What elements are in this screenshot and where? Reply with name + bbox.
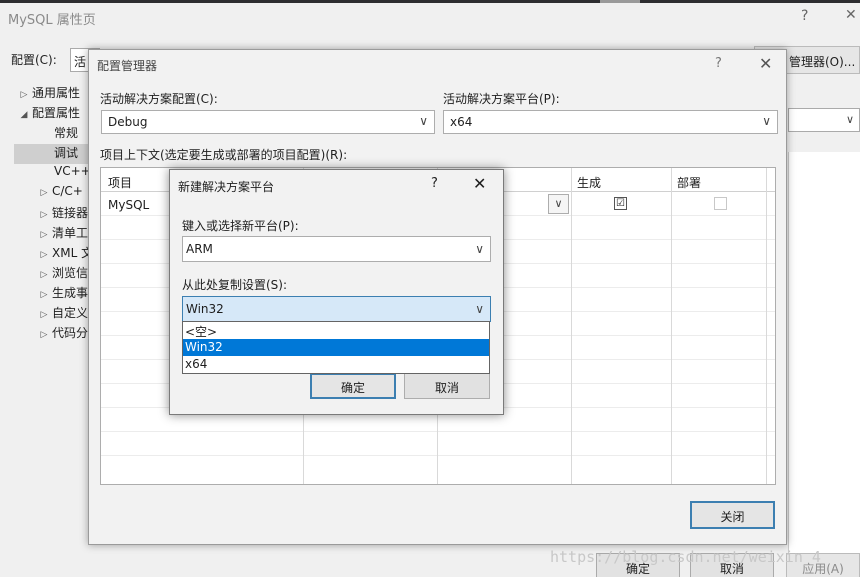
close-button[interactable]: 关闭	[690, 501, 775, 529]
chevron-down-icon: ∨	[845, 113, 854, 126]
chevron-down-icon: ∨	[554, 197, 563, 210]
build-checkbox[interactable]: ☑	[614, 197, 627, 210]
active-config-label: 活动解决方案配置(C):	[100, 92, 218, 106]
tree-item-label: XML 文	[52, 246, 90, 260]
dropdown-option-selected[interactable]: Win32	[183, 339, 489, 356]
platform-cell-dropdown[interactable]: ∨	[548, 194, 569, 214]
help-icon[interactable]: ?	[431, 176, 438, 191]
tree-item[interactable]: ◢ 配置属性	[14, 104, 90, 124]
copy-settings-dropdown-list: <空> Win32 x64	[182, 321, 490, 374]
expand-arrow-icon[interactable]: ▷	[36, 188, 52, 198]
column-header-project: 项目	[108, 176, 133, 190]
expand-arrow-icon[interactable]: ▷	[36, 290, 52, 300]
tree-item[interactable]: ▷ 自定义	[14, 304, 90, 324]
help-icon[interactable]: ?	[715, 56, 722, 71]
active-platform-select[interactable]: x64 ∨	[443, 110, 778, 134]
dropdown-option[interactable]: x64	[183, 356, 489, 373]
copy-settings-combobox[interactable]: Win32 ∨	[182, 296, 491, 322]
tree-item-label: 生成事	[52, 286, 89, 300]
expand-arrow-icon[interactable]: ▷	[36, 330, 52, 340]
expand-arrow-icon[interactable]: ▷	[36, 270, 52, 280]
tree-item[interactable]: VC++	[14, 164, 90, 184]
new-platform-value: ARM	[186, 242, 213, 256]
tree-item[interactable]: ▷ 浏览信	[14, 264, 90, 284]
ok-button[interactable]: 确定	[310, 373, 396, 399]
tree-item-label: 链接器	[52, 206, 89, 220]
tree-item[interactable]: ▷ 代码分	[14, 324, 90, 344]
deploy-checkbox	[714, 197, 727, 210]
new-platform-label: 键入或选择新平台(P):	[182, 219, 299, 233]
copy-settings-value: Win32	[186, 302, 224, 316]
expand-arrow-icon[interactable]: ◢	[16, 110, 32, 120]
expand-arrow-icon[interactable]: ▷	[36, 250, 52, 260]
expand-arrow-icon[interactable]: ▷	[36, 310, 52, 320]
property-dropdown[interactable]: ∨	[788, 108, 860, 132]
active-platform-label: 活动解决方案平台(P):	[443, 92, 560, 106]
property-page-help-icon[interactable]: ?	[801, 8, 808, 24]
dialog-title: 新建解决方案平台	[178, 180, 275, 194]
property-grid-panel	[788, 152, 860, 572]
tree-item-label: 配置属性	[32, 106, 81, 120]
dialog-title: 配置管理器	[97, 59, 158, 73]
tree-item[interactable]: ▷ 生成事	[14, 284, 90, 304]
close-icon[interactable]: ✕	[473, 174, 486, 193]
tree-item-label: 代码分	[52, 326, 89, 340]
active-config-select[interactable]: Debug ∨	[101, 110, 435, 134]
tree-item-label: 清单工	[52, 226, 89, 240]
chevron-down-icon: ∨	[762, 114, 771, 128]
active-config-value: Debug	[108, 115, 148, 129]
tree-item[interactable]: ▷ 清单工	[14, 224, 90, 244]
tree-item-label: 常规	[54, 126, 79, 140]
new-platform-combobox[interactable]: ARM ∨	[182, 236, 491, 262]
tree-item[interactable]: ▷ 通用属性	[14, 84, 90, 104]
watermark: https://blog.csdn.net/weixin_4	[550, 548, 821, 566]
tree-item-label: 浏览信	[52, 266, 89, 280]
project-context-label: 项目上下文(选定要生成或部署的项目配置)(R):	[100, 148, 348, 162]
close-icon[interactable]: ✕	[759, 54, 772, 73]
top-window-strip	[0, 0, 860, 3]
tree-item-label: 调试	[54, 146, 79, 160]
column-header-build: 生成	[577, 176, 602, 190]
chevron-down-icon: ∨	[475, 242, 484, 256]
expand-arrow-icon[interactable]: ▷	[36, 210, 52, 220]
copy-settings-label: 从此处复制设置(S):	[182, 278, 288, 292]
tree-item[interactable]: 调试	[14, 144, 90, 164]
tree-item-label: 自定义	[52, 306, 89, 320]
new-solution-platform-dialog: 新建解决方案平台 ? ✕ 键入或选择新平台(P): ARM ∨ 从此处复制设置(…	[169, 169, 504, 415]
tree-item[interactable]: ▷ C/C+	[14, 184, 90, 204]
expand-arrow-icon[interactable]: ▷	[16, 90, 32, 100]
tree-item[interactable]: ▷ 链接器	[14, 204, 90, 224]
chevron-down-icon: ∨	[475, 302, 484, 316]
property-page-close-icon[interactable]: ✕	[845, 7, 857, 23]
chevron-down-icon: ∨	[419, 114, 428, 128]
configuration-label: 配置(C):	[11, 53, 57, 67]
active-platform-value: x64	[450, 115, 473, 129]
tree-item[interactable]: 常规	[14, 124, 90, 144]
dropdown-option[interactable]: <空>	[183, 322, 489, 339]
column-header-deploy: 部署	[677, 176, 702, 190]
property-page-title: MySQL 属性页	[8, 13, 96, 28]
tree-item-label: 通用属性	[32, 86, 81, 100]
tree-item-label: C/C+	[52, 184, 83, 198]
cancel-button[interactable]: 取消	[404, 373, 490, 399]
expand-arrow-icon[interactable]: ▷	[36, 230, 52, 240]
tree-item[interactable]: ▷ XML 文	[14, 244, 90, 264]
project-cell: MySQL	[108, 198, 150, 212]
tree-item-label: VC++	[54, 164, 90, 178]
